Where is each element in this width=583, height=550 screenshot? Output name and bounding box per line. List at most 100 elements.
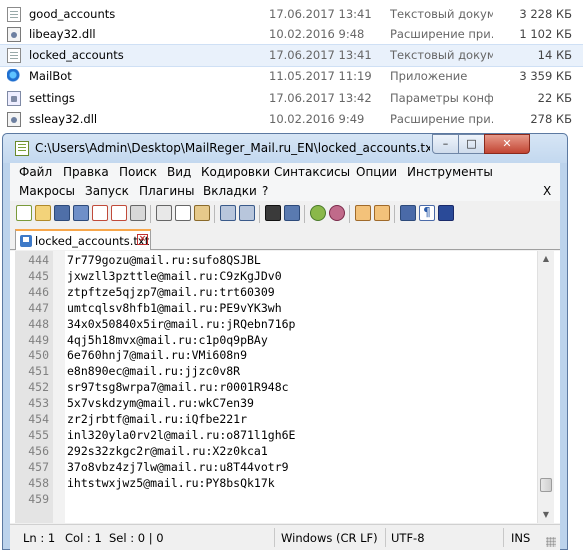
- file-name: good_accounts: [29, 7, 116, 21]
- line-text[interactable]: inl320yla0rv2l@mail.ru:o871l1gh6E: [67, 428, 295, 442]
- line-number: 456: [28, 443, 49, 458]
- line-text[interactable]: 6e760hnj7@mail.ru:VMi608n9: [67, 348, 247, 362]
- file-row-selected[interactable]: locked_accounts 17.06.2017 13:41 Текстов…: [0, 44, 583, 67]
- file-row[interactable]: settings 17.06.2017 13:42 Параметры конф…: [0, 88, 583, 109]
- resize-grip[interactable]: [546, 537, 556, 547]
- line-text[interactable]: 4qj5h18mvx@mail.ru:c1p0q9pBAy: [67, 333, 268, 347]
- file-date: 10.02.2016 9:49: [269, 112, 365, 126]
- menu-run[interactable]: Запуск: [85, 184, 129, 198]
- menu-tabs[interactable]: Вкладки: [203, 184, 257, 198]
- file-type: Приложение: [390, 69, 468, 83]
- scrollbar-thumb[interactable]: [540, 478, 552, 492]
- redo-icon[interactable]: [239, 205, 255, 221]
- text-editor[interactable]: 444 7r779gozu@mail.ru:sufo8QSJBL 445 jxwzll…: [10, 251, 560, 523]
- scroll-down-arrow-icon[interactable]: ▼: [538, 507, 554, 523]
- file-date: 10.02.2016 9:48: [269, 27, 365, 41]
- toolbar-separator: [349, 205, 350, 223]
- application-icon: [7, 69, 21, 84]
- paste-icon[interactable]: [194, 205, 210, 221]
- indent-guide-icon[interactable]: [438, 205, 454, 221]
- title-bar[interactable]: C:\Users\Admin\Desktop\MailReger_Mail.ru…: [3, 134, 567, 163]
- scroll-up-arrow-icon[interactable]: ▲: [538, 251, 554, 267]
- print-icon[interactable]: [130, 205, 146, 221]
- menu-help[interactable]: ?: [262, 184, 268, 198]
- file-size: 3 228 КБ: [519, 7, 572, 21]
- line-number: 457: [28, 459, 49, 474]
- menu-tools[interactable]: Инструменты: [407, 165, 493, 179]
- line-text[interactable]: sr97tsg8wrpa7@mail.ru:r0001R948c: [67, 380, 289, 394]
- line-text[interactable]: e8n890ec@mail.ru:jjzc0v8R: [67, 364, 240, 378]
- editor-lines[interactable]: 444 7r779gozu@mail.ru:sufo8QSJBL 445 jxwzll…: [10, 251, 537, 523]
- line-text[interactable]: ztpftze5qjzp7@mail.ru:trt60309: [67, 285, 275, 299]
- line-text[interactable]: 7r779gozu@mail.ru:sufo8QSJBL: [67, 253, 261, 267]
- zoom-in-icon[interactable]: [310, 205, 326, 221]
- line-text[interactable]: umtcqlsv8hfb1@mail.ru:PE9vYK3wh: [67, 301, 282, 315]
- maximize-button[interactable]: □: [458, 134, 485, 154]
- menu-options[interactable]: Опции: [356, 165, 397, 179]
- replace-icon[interactable]: [284, 205, 300, 221]
- config-file-icon: [7, 91, 21, 106]
- line-number: 449: [28, 332, 49, 347]
- show-all-chars-icon[interactable]: ¶: [419, 205, 435, 221]
- menu-encoding[interactable]: Кодировки: [201, 165, 270, 179]
- sync-vertical-icon[interactable]: [355, 205, 371, 221]
- toolbar-separator: [304, 205, 305, 223]
- status-eol[interactable]: Windows (CR LF): [281, 531, 378, 545]
- toolbar-separator: [214, 205, 215, 223]
- status-selection: Sel : 0 | 0: [109, 531, 164, 545]
- menu-macros[interactable]: Макросы: [19, 184, 75, 198]
- new-file-icon[interactable]: [16, 205, 32, 221]
- close-window-button[interactable]: ✕: [484, 134, 530, 154]
- find-icon[interactable]: [265, 205, 281, 221]
- file-name: MailBot: [29, 69, 72, 83]
- copy-icon[interactable]: [175, 205, 191, 221]
- line-text[interactable]: zr2jrbtf@mail.ru:iQfbe221r: [67, 412, 247, 426]
- file-type: Текстовый докум...: [390, 7, 493, 21]
- sync-horizontal-icon[interactable]: [374, 205, 390, 221]
- status-encoding[interactable]: UTF-8: [391, 531, 425, 545]
- menu-plugins[interactable]: Плагины: [139, 184, 194, 198]
- save-all-icon[interactable]: [73, 205, 89, 221]
- line-text[interactable]: jxwzll3pzttle@mail.ru:C9zKgJDv0: [67, 269, 282, 283]
- status-separator: [503, 528, 504, 547]
- line-text[interactable]: ihtstwxjwz5@mail.ru:PY8bsQk17k: [67, 476, 275, 490]
- file-row[interactable]: MailBot 11.05.2017 11:19 Приложение 3 35…: [0, 66, 583, 87]
- word-wrap-icon[interactable]: [400, 205, 416, 221]
- file-size: 3 359 КБ: [519, 69, 572, 83]
- line-text[interactable]: 292s32zkgc2r@mail.ru:X2z0kca1: [67, 444, 268, 458]
- tab-close-icon[interactable]: ×: [137, 234, 148, 245]
- cut-icon[interactable]: [156, 205, 172, 221]
- file-row[interactable]: libeay32.dll 10.02.2016 9:48 Расширение …: [0, 24, 583, 45]
- menu-syntax[interactable]: Синтаксисы: [274, 165, 350, 179]
- line-number: 455: [28, 427, 49, 442]
- status-insert-mode[interactable]: INS: [511, 531, 530, 545]
- zoom-out-icon[interactable]: [329, 205, 345, 221]
- vertical-scrollbar[interactable]: ▲ ▼: [537, 251, 554, 523]
- file-size: 278 КБ: [530, 112, 572, 126]
- minimize-button[interactable]: –: [432, 134, 459, 154]
- menu-edit[interactable]: Правка: [63, 165, 109, 179]
- line-text[interactable]: 34x0x50840x5ir@mail.ru:jRQebn716p: [67, 317, 295, 331]
- line-number: 451: [28, 364, 49, 379]
- line-number: 444: [28, 253, 49, 267]
- file-name: libeay32.dll: [29, 27, 96, 41]
- undo-icon[interactable]: [220, 205, 236, 221]
- close-file-icon[interactable]: [92, 205, 108, 221]
- file-date: 11.05.2017 11:19: [269, 69, 372, 83]
- file-row[interactable]: ssleay32.dll 10.02.2016 9:49 Расширение …: [0, 109, 583, 130]
- close-document-x[interactable]: X: [543, 184, 551, 198]
- line-number: 445: [28, 268, 49, 283]
- file-size: 22 КБ: [537, 91, 572, 105]
- menu-search[interactable]: Поиск: [119, 165, 157, 179]
- file-type: Текстовый докум...: [390, 48, 493, 62]
- save-icon[interactable]: [54, 205, 70, 221]
- menu-view[interactable]: Вид: [167, 165, 191, 179]
- line-text[interactable]: 5x7vskdzym@mail.ru:wkC7en39: [67, 396, 254, 410]
- menu-file[interactable]: Файл: [19, 165, 52, 179]
- open-file-icon[interactable]: [35, 205, 51, 221]
- line-text[interactable]: 37o8vbz4zj7lw@mail.ru:u8T44votr9: [67, 460, 289, 474]
- tab-locked-accounts[interactable]: locked_accounts.txt ×: [15, 229, 151, 250]
- close-all-icon[interactable]: [111, 205, 127, 221]
- line-number: 453: [28, 396, 49, 411]
- file-row[interactable]: good_accounts 17.06.2017 13:41 Текстовый…: [0, 4, 583, 25]
